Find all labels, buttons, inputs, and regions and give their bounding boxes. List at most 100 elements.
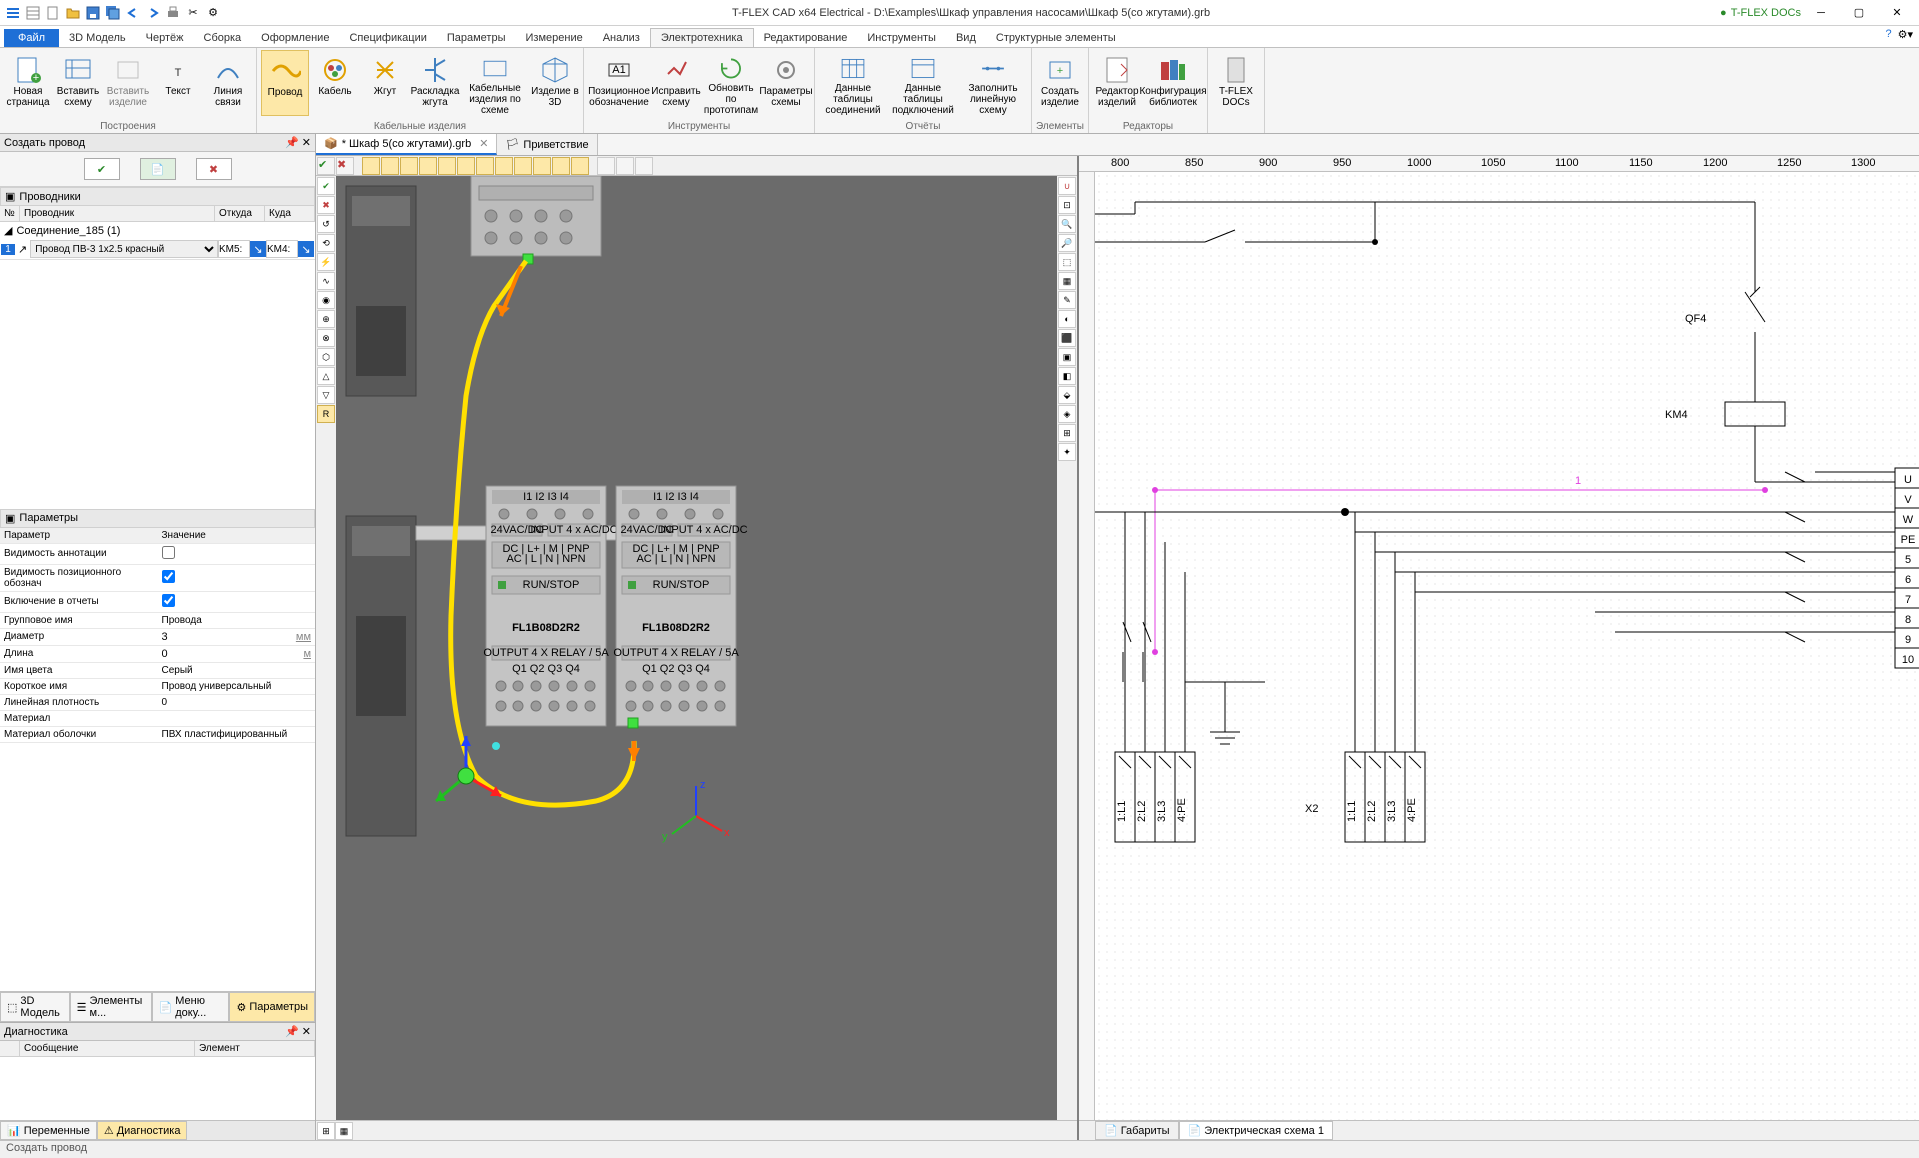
product-editor-button[interactable]: Редактор изделий xyxy=(1093,50,1141,116)
cancel-button[interactable]: ✖ xyxy=(196,158,232,180)
vt-btn[interactable] xyxy=(571,157,589,175)
ribbon-tab[interactable]: Измерение xyxy=(516,29,593,47)
ribbon-tab[interactable]: Чертёж xyxy=(136,29,194,47)
settings-icon[interactable]: ⚙ xyxy=(204,4,222,22)
param-checkbox[interactable] xyxy=(162,546,175,559)
wire-type-select[interactable]: Провод ПВ-3 1х2.5 красный xyxy=(30,240,218,258)
vt-btn[interactable] xyxy=(533,157,551,175)
tab-doc-menu[interactable]: 📄Меню доку... xyxy=(152,992,230,1022)
to-input[interactable] xyxy=(266,240,298,258)
help-icon[interactable]: ? xyxy=(1885,28,1891,41)
param-value[interactable]: Провода xyxy=(158,612,316,628)
vt-btn[interactable] xyxy=(457,157,475,175)
from-pick-icon[interactable]: ↘ xyxy=(250,241,266,257)
close-icon[interactable]: ✕ xyxy=(302,1026,311,1038)
insert-product-button[interactable]: Вставить изделие xyxy=(104,50,152,116)
app-menu-icon[interactable] xyxy=(4,4,22,22)
view-3d-canvas[interactable]: ✔ ✖ ↺ ⟲ ⚡ ∿ ◉ ⊕ ⊗ ⬡ △ ▽ R xyxy=(316,176,1077,1120)
wire-button[interactable]: Провод xyxy=(261,50,309,116)
pin-icon[interactable]: 📌 xyxy=(285,1026,299,1038)
collapse-icon[interactable]: ▣ xyxy=(5,512,15,525)
maximize-button[interactable]: ▢ xyxy=(1841,1,1877,25)
tab-3d-model[interactable]: ⬚3D Модель xyxy=(0,992,70,1022)
wire-row[interactable]: 1 ↗ Провод ПВ-3 1х2.5 красный ↘ ↘ xyxy=(0,239,315,260)
to-pick-icon[interactable]: ↘ xyxy=(298,241,314,257)
vt-btn[interactable] xyxy=(362,157,380,175)
file-tab[interactable]: Файл xyxy=(4,29,59,47)
docs-badge[interactable]: ● T-FLEX DOCs xyxy=(1720,7,1801,19)
vt-btn[interactable] xyxy=(552,157,570,175)
ribbon-tab[interactable]: Инструменты xyxy=(857,29,946,47)
ribbon-tab[interactable]: Структурные элементы xyxy=(986,29,1126,47)
lib-config-button[interactable]: Конфигурация библиотек xyxy=(1143,50,1203,116)
vt-btn[interactable] xyxy=(419,157,437,175)
close-button[interactable]: ✕ xyxy=(1879,1,1915,25)
ribbon-tab-active[interactable]: Электротехника xyxy=(650,28,754,47)
ribbon-tab[interactable]: Параметры xyxy=(437,29,516,47)
scheme-params-button[interactable]: Параметры схемы xyxy=(762,50,810,116)
vt-ok-icon[interactable]: ✔ xyxy=(317,157,335,175)
view-tab[interactable]: 📄Габариты xyxy=(1095,1121,1179,1140)
new-page-button[interactable]: +Новая страница xyxy=(4,50,52,116)
vt-btn[interactable] xyxy=(616,157,634,175)
tab-params[interactable]: ⚙Параметры xyxy=(229,992,315,1022)
vt-btn[interactable] xyxy=(495,157,513,175)
close-icon[interactable]: ✕ xyxy=(302,137,311,149)
harness-button[interactable]: Жгут xyxy=(361,50,409,116)
save-icon[interactable] xyxy=(84,4,102,22)
doc-tab[interactable]: 🏳Приветствие xyxy=(497,134,597,155)
vt-btn[interactable] xyxy=(635,157,653,175)
open-icon[interactable] xyxy=(64,4,82,22)
tab-elements[interactable]: ☰Элементы м... xyxy=(70,992,152,1022)
tab-variables[interactable]: 📊Переменные xyxy=(0,1121,97,1140)
param-value[interactable]: 0 xyxy=(158,694,316,710)
view-3d[interactable]: ✔ ✖ ✔ ✖ ↺ ⟲ ⚡ ∿ ◉ xyxy=(316,156,1077,1140)
param-value[interactable] xyxy=(158,710,316,726)
view-mode-icon[interactable]: ⊞ xyxy=(317,1122,335,1140)
hookup-table-button[interactable]: Данные таблицы подключений xyxy=(889,50,957,116)
new-icon[interactable] xyxy=(44,4,62,22)
cut-icon[interactable]: ✂ xyxy=(184,4,202,22)
cable-button[interactable]: Кабель xyxy=(311,50,359,116)
ribbon-tab[interactable]: Редактирование xyxy=(754,29,858,47)
vt-cancel-icon[interactable]: ✖ xyxy=(336,157,354,175)
param-value[interactable]: Серый xyxy=(158,662,316,678)
param-value[interactable]: Провод универсальный xyxy=(158,678,316,694)
param-checkbox[interactable] xyxy=(162,570,175,583)
harness-layout-button[interactable]: Раскладка жгута xyxy=(411,50,459,116)
apply-button[interactable]: 📄 xyxy=(140,158,176,180)
view-mode-icon[interactable]: ▦ xyxy=(335,1122,353,1140)
vt-btn[interactable] xyxy=(597,157,615,175)
tab-diagnostics[interactable]: ⚠Диагностика xyxy=(97,1121,188,1140)
ribbon-tab[interactable]: Вид xyxy=(946,29,986,47)
close-icon[interactable]: ✕ xyxy=(479,137,488,150)
gear-icon[interactable]: ⚙▾ xyxy=(1898,28,1913,41)
ribbon-tab[interactable]: Спецификации xyxy=(339,29,436,47)
undo-icon[interactable] xyxy=(124,4,142,22)
collapse-icon[interactable]: ▣ xyxy=(5,190,15,203)
ribbon-tab[interactable]: 3D Модель xyxy=(59,29,136,47)
vt-btn[interactable] xyxy=(514,157,532,175)
update-proto-button[interactable]: Обновить по прототипам xyxy=(702,50,760,116)
tflex-docs-button[interactable]: T-FLEX DOCs xyxy=(1212,50,1260,116)
conductors-section-header[interactable]: ▣ Проводники xyxy=(0,187,315,206)
vt-btn[interactable] xyxy=(400,157,418,175)
product-3d-button[interactable]: Изделие в 3D xyxy=(531,50,579,116)
expand-icon[interactable]: ◢ xyxy=(4,224,12,237)
vt-btn[interactable] xyxy=(381,157,399,175)
vt-btn[interactable] xyxy=(438,157,456,175)
params-section-header[interactable]: ▣ Параметры xyxy=(0,509,315,528)
param-value[interactable]: ПВХ пластифицированный xyxy=(158,726,316,742)
ribbon-tab[interactable]: Оформление xyxy=(251,29,339,47)
ok-button[interactable]: ✔ xyxy=(84,158,120,180)
fix-scheme-button[interactable]: Исправить схему xyxy=(652,50,700,116)
create-product-button[interactable]: +Создать изделие xyxy=(1036,50,1084,116)
insert-scheme-button[interactable]: Вставить схему xyxy=(54,50,102,116)
conn-table-button[interactable]: Данные таблицы соединений xyxy=(819,50,887,116)
link-line-button[interactable]: Линия связи xyxy=(204,50,252,116)
text-button[interactable]: TТекст xyxy=(154,50,202,116)
connection-row[interactable]: ◢ Соединение_185 (1) xyxy=(0,222,315,239)
view-tab-active[interactable]: 📄Электрическая схема 1 xyxy=(1179,1121,1333,1140)
pos-designation-button[interactable]: A1Позиционное обозначение xyxy=(588,50,650,116)
redo-icon[interactable] xyxy=(144,4,162,22)
